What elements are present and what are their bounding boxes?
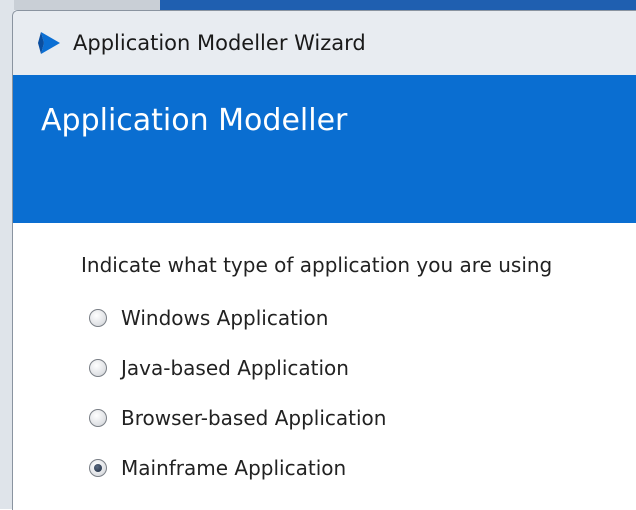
wizard-content: Indicate what type of application you ar… (13, 223, 636, 493)
option-browser-based-application[interactable]: Browser-based Application (81, 393, 636, 443)
background-banner (160, 0, 636, 10)
option-label[interactable]: Mainframe Application (121, 456, 346, 480)
option-label[interactable]: Windows Application (121, 306, 328, 330)
option-label[interactable]: Browser-based Application (121, 406, 386, 430)
blue-prism-logo-icon (35, 29, 63, 57)
option-label[interactable]: Java-based Application (121, 356, 349, 380)
background-toolbar (0, 0, 160, 10)
window-title: Application Modeller Wizard (73, 31, 366, 55)
option-windows-application[interactable]: Windows Application (81, 293, 636, 343)
radio-browser-based-application[interactable] (89, 409, 107, 427)
option-java-based-application[interactable]: Java-based Application (81, 343, 636, 393)
option-mainframe-application[interactable]: Mainframe Application (81, 443, 636, 493)
banner-title: Application Modeller (41, 103, 348, 138)
radio-windows-application[interactable] (89, 309, 107, 327)
header-banner: Application Modeller (13, 75, 636, 223)
wizard-window: Application Modeller Wizard Application … (12, 10, 636, 510)
question-label: Indicate what type of application you ar… (81, 253, 553, 277)
title-bar[interactable]: Application Modeller Wizard (13, 11, 636, 75)
radio-mainframe-application[interactable] (89, 459, 107, 477)
radio-java-based-application[interactable] (89, 359, 107, 377)
